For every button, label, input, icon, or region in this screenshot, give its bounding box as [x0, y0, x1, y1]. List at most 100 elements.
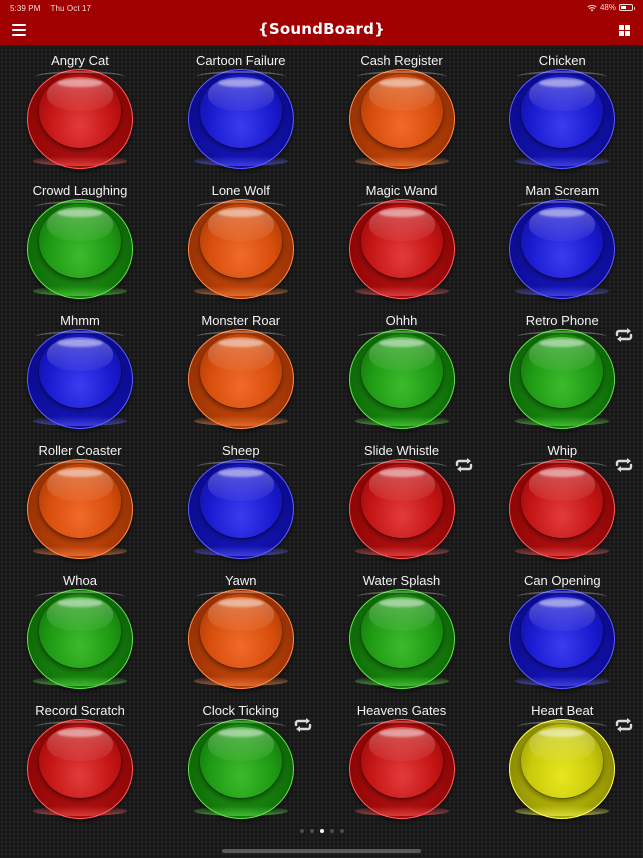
sound-button[interactable]	[509, 69, 616, 169]
sound-item: Mhmm	[0, 307, 160, 437]
sound-label: Can Opening	[523, 573, 601, 588]
sound-button[interactable]	[187, 589, 294, 689]
grid-view-icon-cell	[619, 31, 624, 36]
sound-label: Man Scream	[525, 183, 600, 198]
button-shine	[217, 209, 264, 217]
grid-view-button[interactable]	[619, 25, 630, 36]
button-shine	[57, 729, 103, 737]
page-dot[interactable]	[309, 829, 314, 833]
sound-button[interactable]	[27, 199, 133, 299]
repeat-loop-icon[interactable]	[614, 327, 634, 343]
sound-item: Water Splash	[322, 567, 482, 697]
sound-button[interactable]	[27, 719, 133, 819]
button-shine	[378, 469, 425, 477]
sound-label: Record Scratch	[35, 703, 125, 718]
sound-label: Heart Beat	[531, 703, 594, 718]
button-shine	[539, 599, 586, 607]
button-shine	[217, 469, 264, 477]
battery-percent: 48%	[599, 3, 616, 12]
sound-item: Sheep	[161, 437, 321, 567]
page-dot[interactable]	[299, 829, 304, 833]
battery-icon	[619, 4, 635, 11]
repeat-loop-icon[interactable]	[614, 717, 634, 733]
page-dot[interactable]	[329, 829, 334, 833]
sound-button[interactable]	[509, 459, 616, 559]
button-shine	[57, 339, 103, 347]
sound-item: Crowd Laughing	[0, 177, 160, 307]
sound-label: Slide Whistle	[363, 443, 440, 458]
sound-label: Retro Phone	[525, 313, 599, 328]
sound-item: Cartoon Failure	[161, 47, 321, 177]
sound-button[interactable]	[509, 329, 616, 429]
sound-item: Magic Wand	[322, 177, 482, 307]
button-shine	[57, 209, 103, 217]
sound-item: Heavens Gates	[322, 697, 482, 827]
sound-label: Sheep	[221, 443, 260, 458]
button-shine	[539, 469, 586, 477]
sound-button[interactable]	[187, 459, 294, 559]
grid-view-icon-cell	[625, 25, 630, 30]
sound-button[interactable]	[348, 69, 455, 169]
sound-item: Chicken	[482, 47, 642, 177]
sound-label: Monster Roar	[201, 313, 281, 328]
sound-button[interactable]	[348, 719, 455, 819]
sound-item: Retro Phone	[482, 307, 642, 437]
sound-item: Yawn	[161, 567, 321, 697]
button-shine	[57, 599, 103, 607]
button-shine	[217, 79, 264, 87]
battery-level	[621, 6, 626, 9]
sound-item: Slide Whistle	[322, 437, 482, 567]
sound-item: Monster Roar	[161, 307, 321, 437]
sound-item: Roller Coaster	[0, 437, 160, 567]
page-dot[interactable]	[339, 829, 344, 833]
sound-button[interactable]	[187, 329, 294, 429]
sound-button[interactable]	[509, 199, 616, 299]
page-indicator[interactable]	[0, 829, 643, 833]
repeat-loop-icon[interactable]	[293, 717, 313, 733]
button-shine	[378, 79, 425, 87]
sound-button[interactable]	[27, 589, 133, 689]
sound-item: Whoa	[0, 567, 160, 697]
sound-button[interactable]	[509, 719, 616, 819]
sound-button[interactable]	[509, 589, 616, 689]
button-shine	[539, 729, 586, 737]
sound-button[interactable]	[348, 589, 455, 689]
sound-label: Yawn	[224, 573, 257, 588]
sound-item: Ohhh	[322, 307, 482, 437]
sound-label: Chicken	[538, 53, 586, 68]
sound-label: Clock Ticking	[202, 703, 280, 718]
button-shine	[378, 339, 425, 347]
status-date: Thu Oct 17	[50, 4, 92, 13]
sound-button[interactable]	[187, 719, 294, 819]
sound-label: Angry Cat	[51, 53, 109, 68]
sound-item: Man Scream	[482, 177, 642, 307]
sound-item: Heart Beat	[482, 697, 642, 827]
sound-button[interactable]	[27, 69, 133, 169]
sound-button[interactable]	[348, 199, 455, 299]
sound-label: Ohhh	[385, 313, 418, 328]
sound-label: Crowd Laughing	[32, 183, 128, 198]
home-indicator[interactable]	[222, 849, 421, 853]
sound-button[interactable]	[348, 329, 455, 429]
button-shine	[378, 729, 425, 737]
sound-button[interactable]	[27, 329, 133, 429]
page-dot[interactable]	[319, 829, 324, 833]
sound-item: Can Opening	[482, 567, 642, 697]
status-time: 5:39 PM	[10, 4, 41, 13]
button-shine	[378, 209, 425, 217]
grid-view-icon-cell	[625, 31, 630, 36]
sound-label: Whoa	[63, 573, 97, 588]
sound-button[interactable]	[27, 459, 133, 559]
sound-item: Whip	[482, 437, 642, 567]
sound-button[interactable]	[187, 69, 294, 169]
repeat-loop-icon[interactable]	[454, 457, 474, 473]
button-shine	[57, 469, 103, 477]
sound-label: Lone Wolf	[211, 183, 270, 198]
sound-item: Cash Register	[322, 47, 482, 177]
sound-button[interactable]	[187, 199, 294, 299]
sound-item: Lone Wolf	[161, 177, 321, 307]
grid-view-icon	[619, 25, 624, 30]
repeat-loop-icon[interactable]	[614, 457, 634, 473]
sound-button[interactable]	[348, 459, 455, 559]
wifi-icon	[587, 4, 597, 11]
